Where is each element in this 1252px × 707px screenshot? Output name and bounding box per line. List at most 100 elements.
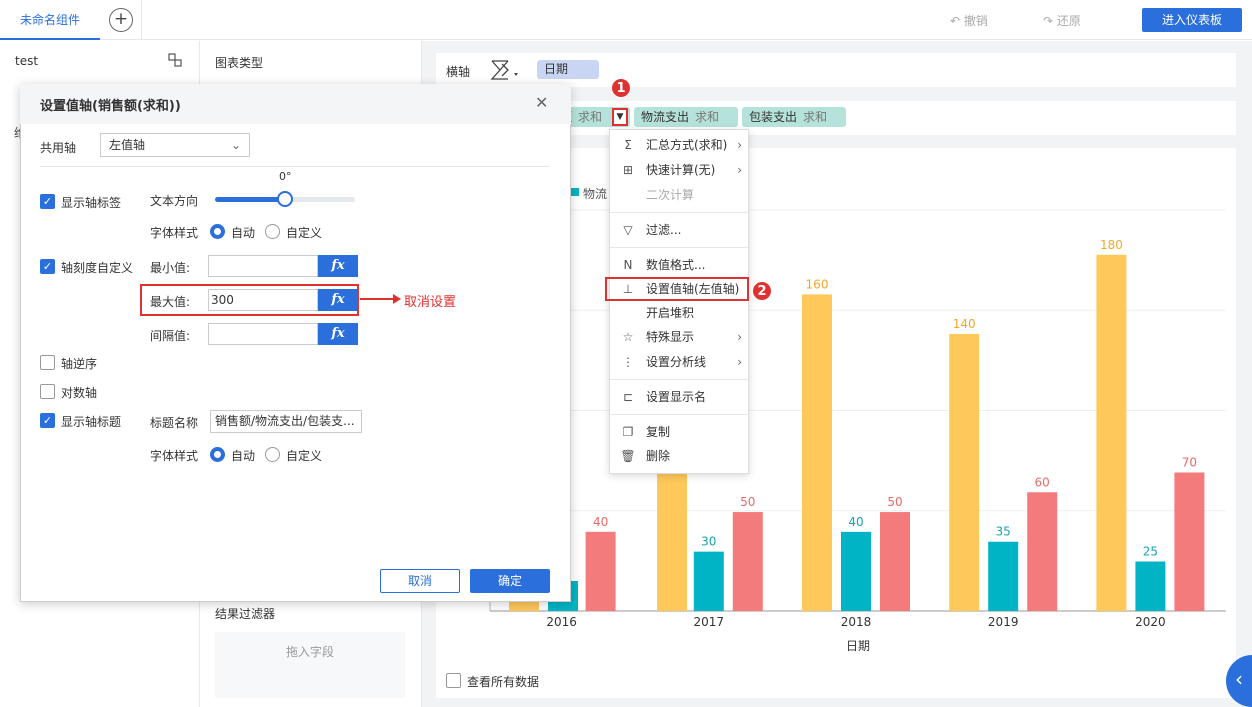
max-value-input[interactable]: 300 [208,289,318,311]
chart-bar [1096,254,1127,612]
data-label: 60 [1035,475,1050,489]
min-value-input[interactable] [208,255,318,277]
max-fx-button[interactable]: fx [318,289,358,311]
step-badge-2: 2 [752,281,772,301]
enter-dashboard-button[interactable]: 进入仪表板 [1142,8,1242,32]
menu-item-label: 复制 [646,425,671,439]
reverse-axis-label: 轴逆序 [61,357,98,371]
menu-divider [610,379,750,380]
x-tick-label: 2017 [694,615,725,629]
menu-item[interactable]: N 数值格式... [610,254,750,276]
font-style-auto-label: 自动 [231,226,256,240]
menu-item[interactable]: 开启堆积 [610,302,750,324]
cancel-button[interactable]: 取消 [380,569,460,593]
y-field-pill-logistics[interactable]: 物流支出 求和 [634,107,738,127]
max-value-label: 最大值: [150,295,191,309]
annotation-arrow [360,298,396,300]
chevron-down-icon: ⌄ [230,138,241,152]
show-axis-labels-checkbox[interactable]: ✓ [40,194,55,209]
menu-item-label: 二次计算 [646,188,695,202]
data-label: 40 [593,515,608,529]
custom-ticks-checkbox[interactable]: ✓ [40,259,55,274]
menu-item-label: 数值格式... [646,258,706,272]
menu-item-label: 汇总方式(求和) [646,138,728,152]
copy-icon: ❐ [622,425,634,439]
close-icon[interactable]: ✕ [535,93,548,112]
interval-input[interactable] [208,323,318,345]
filter-drop-zone[interactable]: 拖入字段 [215,632,405,698]
menu-item[interactable]: 🗑 删除 [610,445,750,467]
undo-label: 撤销 [963,14,988,28]
text-direction-slider-handle[interactable] [277,191,293,207]
chevron-right-icon: › [737,138,742,152]
chevron-right-icon: › [737,163,742,177]
data-label: 70 [1182,455,1197,469]
shared-axis-select[interactable]: 左值轴 ⌄ [100,133,250,157]
switch-dataset-icon[interactable] [168,53,182,67]
tab-component[interactable]: 未命名组件 [0,0,100,40]
min-fx-button[interactable]: fx [318,255,358,277]
menu-item[interactable]: ⊞ 快速计算(无) › [610,159,750,181]
title-name-label: 标题名称 [150,416,199,430]
add-tab-button[interactable]: + [109,8,133,32]
menu-item[interactable]: ▽ 过滤... [610,219,750,241]
log-axis-checkbox[interactable] [40,384,55,399]
menu-item[interactable]: ☆ 特殊显示 › [610,326,750,348]
view-all-data-checkbox[interactable] [446,673,461,688]
menu-item-label: 设置分析线 [646,355,707,369]
undo-button[interactable]: ↶ 撤销 [950,12,988,29]
menu-item[interactable]: Σ 汇总方式(求和) › [610,134,750,156]
axis-type-icon[interactable] [488,58,524,82]
redo-button[interactable]: ↷ 还原 [1043,12,1081,29]
shared-axis-value: 左值轴 [109,138,146,152]
step-badge-1: 1 [611,78,631,98]
filter-icon: ▽ [623,223,633,237]
show-axis-title-checkbox[interactable]: ✓ [40,413,55,428]
title-font-style-label: 字体样式 [150,449,199,463]
confirm-button[interactable]: 确定 [470,569,550,593]
dialog-title: 设置值轴(销售额(求和)) [40,99,181,114]
chart-bar [880,512,910,611]
menu-divider [610,212,750,213]
reverse-axis-checkbox[interactable] [40,355,55,370]
sigma-icon: Σ [624,138,632,152]
font-style-auto-radio[interactable] [210,224,225,239]
font-style-label: 字体样式 [150,226,199,240]
display-name-icon: ⊏ [622,390,634,404]
chart-bar [802,294,832,611]
x-field-pill-date[interactable]: 日期 [537,60,599,79]
title-name-input[interactable]: 销售额/物流支出/包装支... [210,410,362,433]
interval-fx-button[interactable]: fx [318,323,358,345]
field-dropdown-button[interactable]: ▼ [612,108,628,126]
trash-icon: 🗑 [620,449,636,463]
menu-item[interactable]: ⊏ 设置显示名 [610,386,750,408]
chevron-right-icon: › [737,330,742,344]
min-value-label: 最小值: [150,261,191,275]
x-tick-label: 2018 [841,615,872,629]
show-axis-title-label: 显示轴标题 [61,415,122,429]
menu-item-label: 过滤... [646,223,682,237]
data-label: 35 [996,525,1011,539]
menu-item-label: 特殊显示 [646,330,695,344]
text-direction-slider-fill [215,197,285,202]
menu-item: 二次计算 [610,184,750,206]
menu-item[interactable]: ⋮ 设置分析线 › [610,351,750,373]
show-axis-labels-label: 显示轴标签 [61,196,122,210]
menu-item[interactable]: ❐ 复制 [610,421,750,443]
font-style-custom-radio[interactable] [265,224,280,239]
field-context-menu: Σ 汇总方式(求和) › ⊞ 快速计算(无) › 二次计算 ▽ 过滤... N 数值格式... ⊥ 设置… [609,129,750,474]
x-tick-label: 2016 [546,615,577,629]
chart-bar [693,551,724,611]
undo-icon: ↶ [950,14,964,28]
analysis-line-icon: ⋮ [622,355,634,369]
menu-item-label: 删除 [646,449,671,463]
y-field-pill-packaging[interactable]: 包装支出 求和 [742,107,846,127]
x-axis-title: 日期 [846,639,870,653]
data-label: 25 [1143,545,1158,559]
title-font-auto-radio[interactable] [210,447,225,462]
chart-bar [841,531,871,611]
plus-icon: + [113,9,129,29]
y-field-agg: 求和 [695,110,720,124]
text-direction-value: 0° [279,170,292,183]
title-font-custom-radio[interactable] [265,447,280,462]
